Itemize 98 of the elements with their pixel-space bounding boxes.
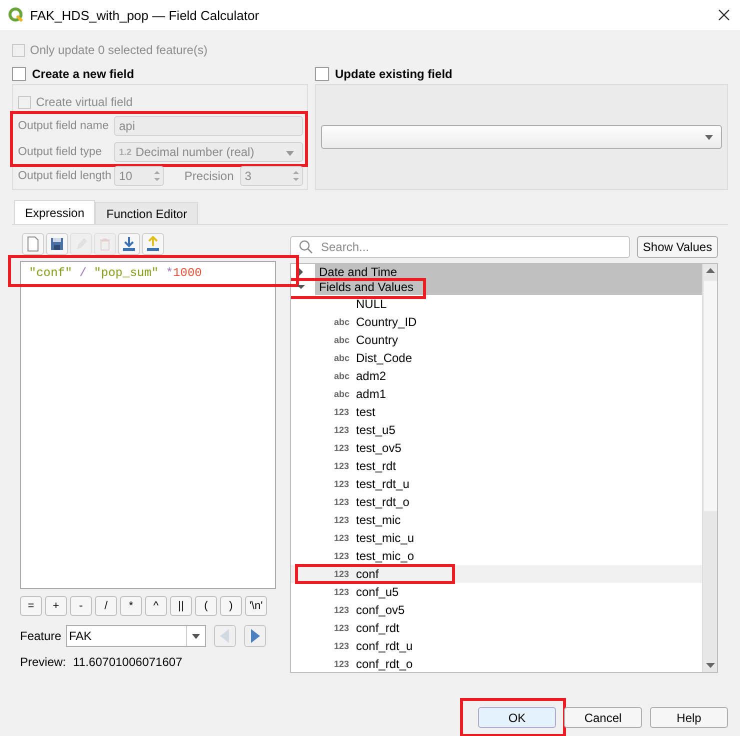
tree-item[interactable]: 123 conf_rdt (291, 619, 702, 637)
tree-item[interactable]: 123 test_mic_u (291, 529, 702, 547)
next-button[interactable] (244, 625, 266, 647)
app-logo-icon (8, 7, 24, 23)
right-triangle-icon (250, 629, 260, 643)
type-label: 123 (334, 461, 350, 471)
create-field-checkbox[interactable]: Create a new field (12, 64, 134, 84)
caret-icon (705, 134, 713, 140)
type-label: 123 (334, 497, 350, 507)
field-label: Precision (184, 169, 234, 183)
tree-group[interactable]: Date and Time (315, 264, 702, 280)
operator-button[interactable]: '\n' (245, 596, 267, 616)
new-tool-button[interactable] (22, 233, 44, 255)
feature-label: Feature (20, 629, 62, 643)
preview-value: 11.60701006071607 (73, 655, 182, 669)
type-label: 123 (334, 587, 350, 597)
type-label: 123 (334, 425, 350, 435)
left-triangle-icon (220, 629, 230, 643)
tree-item[interactable]: abc adm1 (291, 385, 702, 403)
tree-item[interactable]: NULL (291, 295, 702, 313)
type-label: abc (334, 317, 351, 327)
operator-button[interactable]: * (120, 596, 142, 616)
caret-icon (286, 151, 294, 156)
tree-item[interactable]: 123 conf (291, 565, 702, 583)
type-label: abc (334, 371, 351, 381)
operator-button[interactable]: + (45, 596, 67, 616)
tree-item[interactable]: 123 test_ov5 (291, 439, 702, 457)
tree-item[interactable]: 123 test_rdt (291, 457, 702, 475)
type-label: 123 (334, 443, 350, 453)
dialog-button[interactable]: Help (650, 707, 728, 728)
tree-item[interactable]: 123 test_mic (291, 511, 702, 529)
tree-item[interactable]: abc adm2 (291, 367, 702, 385)
upload-icon (145, 236, 161, 252)
dialog-button[interactable]: Cancel (564, 707, 642, 728)
type-label: abc (334, 389, 351, 399)
operator-button[interactable]: ) (220, 596, 242, 616)
operator-button[interactable]: ^ (145, 596, 167, 616)
tree-item[interactable]: 123 conf_rdt_o (291, 655, 702, 672)
download-icon (121, 236, 137, 252)
tab[interactable]: Expression (14, 200, 96, 224)
tree-item[interactable]: abc Country_ID (291, 313, 702, 331)
preview-label: Preview: (20, 655, 66, 669)
search-icon (299, 240, 313, 254)
type-label: 123 (334, 407, 350, 417)
window-title: FAK_HDS_with_pop — Field Calculator (30, 8, 260, 22)
type-label: 123 (334, 515, 350, 525)
trash-icon (97, 236, 113, 252)
tree-item[interactable]: 123 conf_ov5 (291, 601, 702, 619)
field-label: Output field length (18, 170, 112, 182)
type-label: 123 (334, 659, 350, 669)
type-label: 123 (334, 605, 350, 615)
type-label: 123 (334, 479, 350, 489)
existing-field-dropdown[interactable] (321, 125, 722, 149)
document-icon (25, 236, 41, 252)
show-values-button[interactable]: Show Values (637, 236, 718, 258)
type-label: 123 (334, 569, 350, 579)
operator-button[interactable]: - (70, 596, 92, 616)
close-icon[interactable] (718, 9, 730, 21)
tree-group[interactable]: Fields and Values (315, 280, 702, 295)
field-label: Output field type (18, 146, 103, 158)
tree-item[interactable]: abc Country (291, 331, 702, 349)
operator-button[interactable]: / (95, 596, 117, 616)
down-arrow-icon[interactable] (706, 663, 714, 668)
type-label: 123 (334, 533, 350, 543)
spin-arrows-icon[interactable] (153, 169, 162, 183)
tab[interactable]: Function Editor (95, 202, 198, 224)
feature-dropdown[interactable]: FAK (66, 625, 206, 647)
up-arrow-icon[interactable] (706, 268, 714, 273)
tree-item[interactable]: abc Dist_Code (291, 349, 702, 367)
tree-item[interactable]: 123 conf_u5 (291, 583, 702, 601)
expression-text: "conf" / "pop_sum" *1000 (29, 266, 202, 280)
tree-item[interactable]: 123 conf_rdt_u (291, 637, 702, 655)
tree-item[interactable]: 123 test_mic_o (291, 547, 702, 565)
update-field-checkbox[interactable]: Update existing field (315, 64, 452, 84)
expanded-arrow-icon[interactable] (297, 283, 305, 292)
operator-button[interactable]: = (20, 596, 42, 616)
save-tool-button[interactable] (46, 233, 68, 255)
import-tool-button[interactable] (118, 233, 140, 255)
collapsed-arrow-icon[interactable] (297, 268, 305, 276)
field-label: Output field name (18, 120, 110, 132)
search-field[interactable]: Search... (290, 236, 630, 258)
type-label: abc (334, 335, 351, 345)
tree-item[interactable]: 123 test_u5 (291, 421, 702, 439)
tree-item[interactable]: 123 test_rdt_u (291, 475, 702, 493)
type-label: 123 (334, 641, 350, 651)
type-label: abc (334, 353, 351, 363)
expression-editor[interactable]: "conf" / "pop_sum" *1000 (20, 261, 276, 589)
export-tool-button[interactable] (142, 233, 164, 255)
operator-button[interactable]: ( (195, 596, 217, 616)
tree-item[interactable]: 123 test (291, 403, 702, 421)
dialog-button[interactable]: OK (478, 707, 556, 728)
spin-arrows-icon[interactable] (292, 169, 300, 183)
scrollbar[interactable] (702, 264, 717, 672)
operator-button[interactable]: || (170, 596, 192, 616)
caret-icon (192, 634, 200, 638)
type-label: 123 (334, 551, 350, 561)
type-label: 123 (334, 623, 350, 633)
tree-item[interactable]: 123 test_rdt_o (291, 493, 702, 511)
